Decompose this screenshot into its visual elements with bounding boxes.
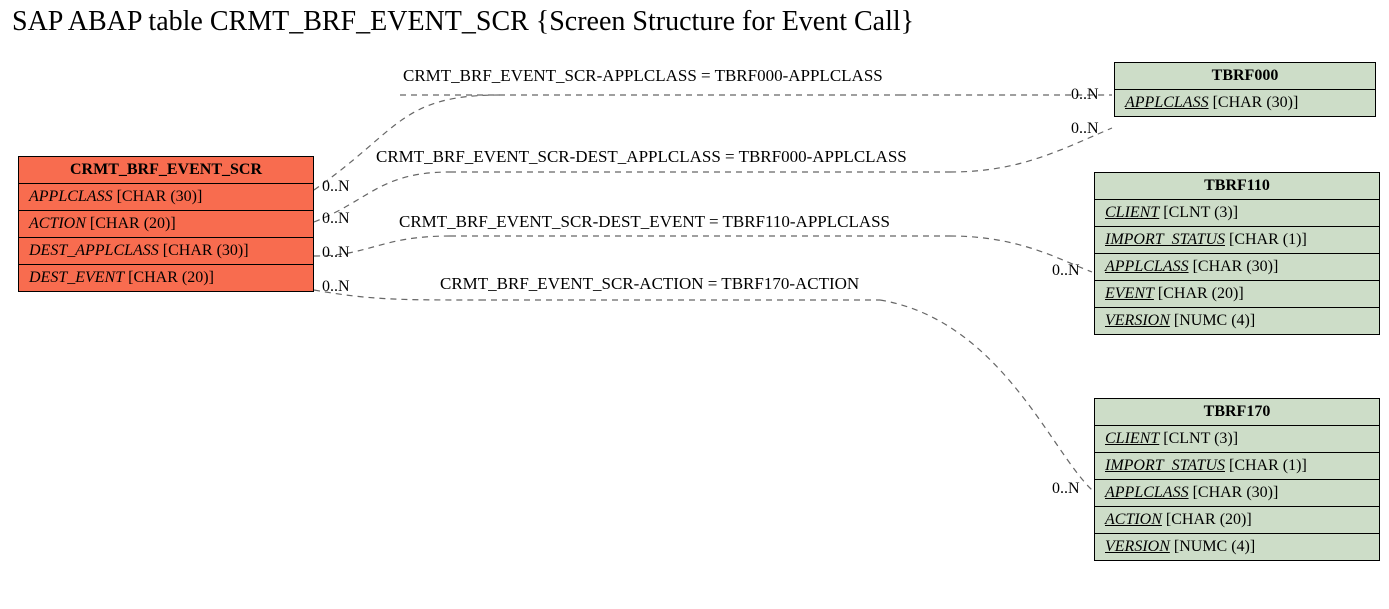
entity-tbrf000-field: APPLCLASS [CHAR (30)] bbox=[1115, 90, 1375, 116]
entity-tbrf170-field: APPLCLASS [CHAR (30)] bbox=[1095, 479, 1379, 506]
entity-tbrf110-field: CLIENT [CLNT (3)] bbox=[1095, 200, 1379, 226]
entity-tbrf170-field: IMPORT_STATUS [CHAR (1)] bbox=[1095, 452, 1379, 479]
entity-source-field: ACTION [CHAR (20)] bbox=[19, 210, 313, 237]
page-title: SAP ABAP table CRMT_BRF_EVENT_SCR {Scree… bbox=[12, 6, 914, 38]
cardinality-tgt: 0..N bbox=[1071, 120, 1099, 138]
relation-label: CRMT_BRF_EVENT_SCR-APPLCLASS = TBRF000-A… bbox=[403, 66, 883, 86]
cardinality-tgt: 0..N bbox=[1052, 480, 1080, 498]
entity-tbrf000-header: TBRF000 bbox=[1115, 63, 1375, 90]
entity-tbrf110-field: IMPORT_STATUS [CHAR (1)] bbox=[1095, 226, 1379, 253]
entity-source-field: DEST_APPLCLASS [CHAR (30)] bbox=[19, 237, 313, 264]
relation-label: CRMT_BRF_EVENT_SCR-DEST_APPLCLASS = TBRF… bbox=[376, 147, 907, 167]
entity-tbrf170-field: CLIENT [CLNT (3)] bbox=[1095, 426, 1379, 452]
relation-label: CRMT_BRF_EVENT_SCR-ACTION = TBRF170-ACTI… bbox=[440, 274, 859, 294]
er-diagram: { "title": "SAP ABAP table CRMT_BRF_EVEN… bbox=[0, 0, 1389, 609]
entity-source-field: DEST_EVENT [CHAR (20)] bbox=[19, 264, 313, 291]
entity-tbrf000: TBRF000 APPLCLASS [CHAR (30)] bbox=[1114, 62, 1376, 117]
entity-tbrf170-field: VERSION [NUMC (4)] bbox=[1095, 533, 1379, 560]
relation-label: CRMT_BRF_EVENT_SCR-DEST_EVENT = TBRF110-… bbox=[399, 212, 890, 232]
cardinality-src: 0..N bbox=[322, 278, 350, 296]
entity-source: CRMT_BRF_EVENT_SCR APPLCLASS [CHAR (30)]… bbox=[18, 156, 314, 292]
cardinality-tgt: 0..N bbox=[1052, 262, 1080, 280]
entity-source-field: APPLCLASS [CHAR (30)] bbox=[19, 184, 313, 210]
cardinality-src: 0..N bbox=[322, 178, 350, 196]
entity-tbrf170-header: TBRF170 bbox=[1095, 399, 1379, 426]
entity-source-header: CRMT_BRF_EVENT_SCR bbox=[19, 157, 313, 184]
entity-tbrf110-header: TBRF110 bbox=[1095, 173, 1379, 200]
entity-tbrf110-field: APPLCLASS [CHAR (30)] bbox=[1095, 253, 1379, 280]
cardinality-tgt: 0..N bbox=[1071, 86, 1099, 104]
entity-tbrf170: TBRF170 CLIENT [CLNT (3)] IMPORT_STATUS … bbox=[1094, 398, 1380, 561]
entity-tbrf110-field: VERSION [NUMC (4)] bbox=[1095, 307, 1379, 334]
cardinality-src: 0..N bbox=[322, 210, 350, 228]
cardinality-src: 0..N bbox=[322, 244, 350, 262]
entity-tbrf170-field: ACTION [CHAR (20)] bbox=[1095, 506, 1379, 533]
entity-tbrf110-field: EVENT [CHAR (20)] bbox=[1095, 280, 1379, 307]
entity-tbrf110: TBRF110 CLIENT [CLNT (3)] IMPORT_STATUS … bbox=[1094, 172, 1380, 335]
